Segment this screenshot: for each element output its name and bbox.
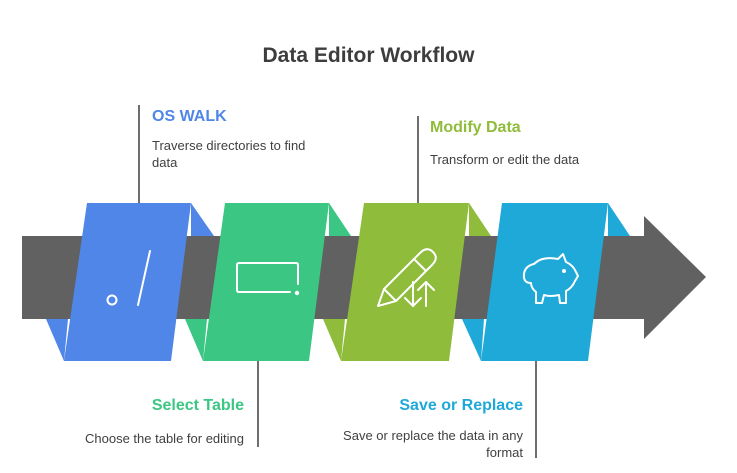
step-description-save-replace: Save or replace the data in any format — [343, 428, 523, 460]
step-description-os-walk: Traverse directories to find data — [152, 138, 306, 170]
step-panel — [481, 203, 608, 361]
step-title-save-replace: Save or Replace — [399, 397, 523, 414]
step-description-modify-data: Transform or edit the data — [430, 152, 580, 167]
step-fold-top — [191, 203, 214, 236]
step-fold-top — [329, 203, 351, 236]
step-fold-bottom — [185, 319, 207, 361]
step-title-modify-data: Modify Data — [430, 119, 521, 136]
step-description-select-table: Choose the table for editing — [85, 431, 244, 446]
step-title-os-walk: OS WALK — [152, 108, 227, 125]
step-panel — [64, 203, 191, 361]
step-fold-bottom — [46, 319, 68, 361]
step-fold-bottom — [323, 319, 345, 361]
step-fold-top — [608, 203, 630, 236]
step-panel — [341, 203, 469, 361]
step-title-select-table: Select Table — [151, 397, 244, 414]
step-panel — [203, 203, 329, 361]
step-fold-top — [469, 203, 491, 236]
step-fold-bottom — [462, 319, 484, 361]
